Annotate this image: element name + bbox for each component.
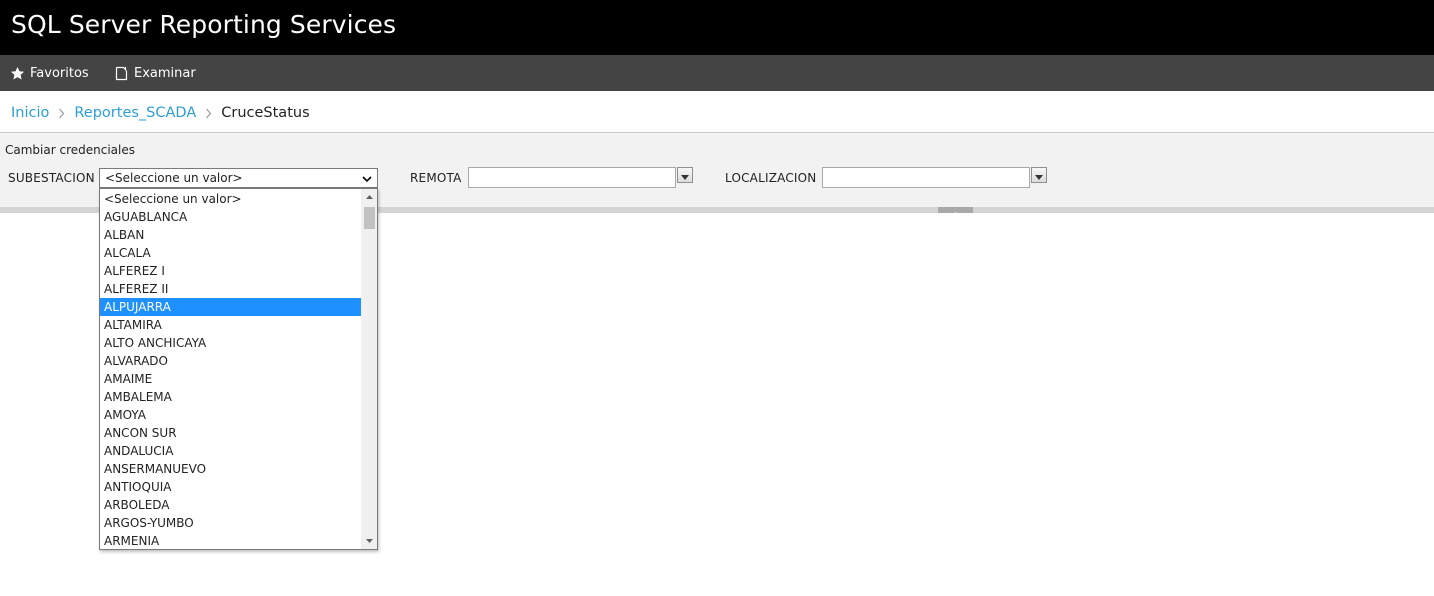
options-scrollbar[interactable] xyxy=(361,189,377,549)
collapse-parameters-button[interactable] xyxy=(938,207,973,216)
dropdown-option[interactable]: ALFEREZ II xyxy=(100,280,361,298)
chevron-down-icon xyxy=(362,173,372,187)
dropdown-option[interactable]: ARMENIA xyxy=(100,532,361,549)
dropdown-option[interactable]: ARGOS-YUMBO xyxy=(100,514,361,532)
dropdown-option[interactable]: AMBALEMA xyxy=(100,388,361,406)
dropdown-option[interactable]: ALFEREZ I xyxy=(100,262,361,280)
remota-input[interactable] xyxy=(468,167,676,188)
localizacion-label: LOCALIZACION xyxy=(725,171,817,185)
subestacion-selected-value: <Seleccione un valor> xyxy=(105,171,243,185)
top-nav: Favoritos Examinar xyxy=(0,55,1434,91)
breadcrumb-folder-link[interactable]: Reportes_SCADA xyxy=(74,105,196,121)
dropdown-option[interactable]: ALBAN xyxy=(100,226,361,244)
dropdown-option[interactable]: ANTIOQUIA xyxy=(100,478,361,496)
subestacion-select[interactable]: <Seleccione un valor> xyxy=(99,168,378,188)
remota-label: REMOTA xyxy=(410,171,462,185)
scroll-up-icon[interactable] xyxy=(361,189,377,205)
dropdown-option[interactable]: ANSERMANUEVO xyxy=(100,460,361,478)
favorites-label: Favoritos xyxy=(30,65,89,81)
browse-label: Examinar xyxy=(134,65,196,81)
chevron-right-icon xyxy=(205,108,212,119)
star-icon xyxy=(10,66,25,81)
breadcrumb-home-link[interactable]: Inicio xyxy=(11,105,49,121)
dropdown-option[interactable]: AMAIME xyxy=(100,370,361,388)
remota-dropdown-button[interactable] xyxy=(677,167,693,183)
scroll-down-icon[interactable] xyxy=(361,533,377,549)
browse-nav-item[interactable]: Examinar xyxy=(115,55,196,91)
app-title: SQL Server Reporting Services xyxy=(11,10,397,39)
dropdown-option[interactable]: AMOYA xyxy=(100,406,361,424)
app-header: SQL Server Reporting Services xyxy=(0,0,1434,55)
dropdown-arrow-icon xyxy=(681,166,689,185)
dropdown-option[interactable]: AGUABLANCA xyxy=(100,208,361,226)
chevron-right-icon xyxy=(58,108,65,119)
localizacion-input[interactable] xyxy=(822,167,1030,188)
dropdown-arrow-icon xyxy=(1035,166,1043,185)
subestacion-label: SUBESTACION xyxy=(8,171,95,185)
breadcrumb-current: CruceStatus xyxy=(221,105,310,121)
dropdown-option[interactable]: ALCALA xyxy=(100,244,361,262)
scrollbar-thumb[interactable] xyxy=(364,207,375,229)
dropdown-option[interactable]: ANCON SUR xyxy=(100,424,361,442)
dropdown-option[interactable]: ALTO ANCHICAYA xyxy=(100,334,361,352)
change-credentials-link[interactable]: Cambiar credenciales xyxy=(5,143,135,157)
breadcrumb: Inicio Reportes_SCADA CruceStatus xyxy=(11,103,310,123)
collapse-up-icon xyxy=(952,201,959,220)
dropdown-option[interactable]: ALVARADO xyxy=(100,352,361,370)
subestacion-options-list[interactable]: <Seleccione un valor> AGUABLANCA ALBAN ALCA… xyxy=(99,188,378,550)
dropdown-option[interactable]: ARBOLEDA xyxy=(100,496,361,514)
dropdown-option[interactable]: ANDALUCIA xyxy=(100,442,361,460)
dropdown-option[interactable]: ALPUJARRA xyxy=(100,298,361,316)
favorites-nav-item[interactable]: Favoritos xyxy=(10,55,89,91)
dropdown-option[interactable]: <Seleccione un valor> xyxy=(100,190,361,208)
options-container: <Seleccione un valor> AGUABLANCA ALBAN ALCA… xyxy=(100,190,361,549)
localizacion-dropdown-button[interactable] xyxy=(1031,167,1047,183)
dropdown-option[interactable]: ALTAMIRA xyxy=(100,316,361,334)
document-icon xyxy=(115,66,129,81)
